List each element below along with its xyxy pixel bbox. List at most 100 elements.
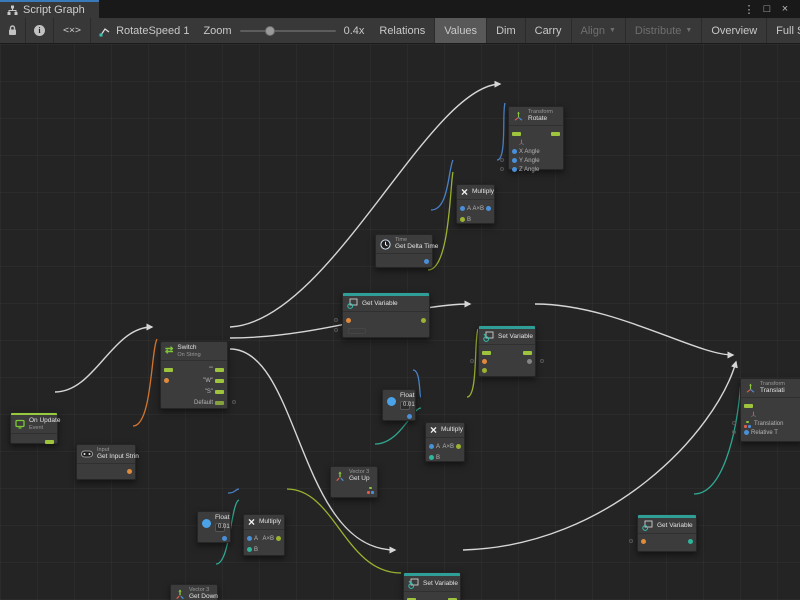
value-out-port[interactable] [421, 318, 426, 323]
relations-button[interactable]: Relations [370, 18, 435, 43]
node-title: Get Variable [657, 522, 693, 530]
name-in-port[interactable] [482, 359, 487, 364]
selector-in-port[interactable] [164, 378, 169, 383]
graph-canvas[interactable]: On Update Event Input Get Input Strin ⇄ … [0, 44, 800, 600]
vector3-out-port[interactable] [367, 487, 374, 494]
multiply-icon: × [430, 425, 437, 435]
value-in-port[interactable] [482, 368, 487, 373]
ghost-port [500, 167, 504, 171]
x-angle-port[interactable] [512, 149, 517, 154]
flow-in-port[interactable] [512, 132, 521, 136]
case-label: Default [194, 400, 213, 406]
ghost-port [232, 400, 236, 404]
flow-in-port[interactable] [164, 368, 173, 372]
float-out-port[interactable] [407, 414, 412, 419]
b-in-port[interactable] [247, 547, 252, 552]
float-icon [387, 397, 396, 406]
port-label: Relative T [751, 430, 778, 436]
dim-button[interactable]: Dim [487, 18, 526, 43]
wire-float-multiply-rotate [497, 103, 505, 160]
string-out-port[interactable] [127, 469, 132, 474]
a-in-port[interactable] [429, 444, 434, 449]
node-float-bottom[interactable]: Float 0.01 [197, 511, 231, 543]
node-get-up[interactable]: Vector 3 Get Up [330, 466, 378, 498]
relative-to-port[interactable] [744, 430, 749, 435]
b-in-port[interactable] [429, 455, 434, 460]
close-icon[interactable]: × [776, 3, 794, 15]
flow-out-port[interactable] [523, 351, 532, 355]
value-out-port[interactable] [688, 539, 693, 544]
node-multiply-top[interactable]: × Multiply A A×B B [456, 184, 495, 224]
name-in-port[interactable] [641, 539, 646, 544]
node-get-down[interactable]: Vector 3 Get Down [170, 584, 218, 600]
b-in-port[interactable] [460, 217, 465, 222]
port-label: A [436, 444, 440, 450]
zoom-slider[interactable] [240, 30, 336, 32]
name-in-port[interactable] [346, 318, 351, 323]
distribute-dropdown[interactable]: Distribute ▼ [626, 18, 702, 43]
node-title: Multiply [472, 188, 494, 196]
out-port[interactable] [456, 444, 461, 449]
ghost-port [540, 359, 544, 363]
port-label: B [467, 217, 471, 223]
code-view-button[interactable]: <×> [54, 18, 91, 43]
node-set-variable-bottom[interactable]: Set Variable [403, 572, 461, 600]
flow-out-port[interactable] [45, 440, 54, 444]
out-port[interactable] [486, 206, 491, 211]
node-multiply-bottom[interactable]: × Multiply A A×B B [243, 514, 285, 556]
multiply-icon: × [461, 187, 468, 197]
wire-lime-multiply-setvarmid [467, 329, 478, 397]
overview-button[interactable]: Overview [702, 18, 767, 43]
window-menu-icon[interactable]: ⋮ [740, 3, 758, 16]
maximize-icon[interactable]: □ [758, 3, 776, 15]
out-port[interactable] [276, 536, 281, 541]
fullscreen-button[interactable]: Full Scre [767, 18, 800, 43]
clock-icon [380, 239, 391, 250]
carry-button[interactable]: Carry [526, 18, 572, 43]
default-out-port[interactable] [215, 401, 224, 405]
node-get-variable-right[interactable]: Get Variable [637, 514, 697, 552]
case-out-port[interactable] [215, 379, 224, 383]
translation-in-port[interactable] [744, 421, 751, 428]
flow-in-port[interactable] [482, 351, 491, 355]
values-button[interactable]: Values [435, 18, 487, 43]
name-field[interactable] [348, 328, 366, 334]
node-multiply-mid[interactable]: × Multiply A A×B B [425, 422, 465, 462]
align-dropdown[interactable]: Align ▼ [572, 18, 626, 43]
node-on-update[interactable]: On Update Event [10, 412, 58, 444]
info-button[interactable]: i [26, 18, 54, 43]
node-get-delta-time[interactable]: Time Get Delta Time [375, 234, 433, 268]
a-in-port[interactable] [247, 536, 252, 541]
z-angle-port[interactable] [512, 167, 517, 172]
float-out-port[interactable] [222, 536, 227, 541]
float-out-port[interactable] [424, 259, 429, 264]
value-out-port[interactable] [527, 359, 532, 364]
node-switch-on-string[interactable]: ⇄ Switch On String "" "W" "S" Default [160, 341, 228, 409]
node-float-mid[interactable]: Float 0.01 [382, 389, 416, 421]
vector3-icon [175, 589, 185, 600]
graph-breadcrumb[interactable]: RotateSpeed 1 [91, 18, 197, 43]
port-label: A×B [262, 536, 274, 542]
float-value-field[interactable]: 0.01 [400, 401, 410, 410]
node-translate[interactable]: Transform Translati Translation Relative… [740, 378, 800, 442]
window-controls: ⋮ □ × [740, 0, 800, 18]
node-set-variable-mid[interactable]: Set Variable [478, 325, 536, 377]
case-out-port[interactable] [215, 368, 224, 372]
node-rotate[interactable]: Transform Rotate X Angle Y Angle Z Angle [508, 106, 564, 170]
flow-out-port[interactable] [551, 132, 560, 136]
case-label: "W" [203, 378, 213, 384]
y-angle-port[interactable] [512, 158, 517, 163]
node-title: Get Up [349, 475, 370, 483]
a-in-port[interactable] [460, 206, 465, 211]
vector3-icon [335, 471, 345, 482]
zoom-slider-thumb[interactable] [265, 26, 275, 36]
node-get-input-string[interactable]: Input Get Input Strin [76, 444, 136, 480]
case-out-port[interactable] [215, 390, 224, 394]
node-get-variable-top[interactable]: Get Variable [342, 292, 430, 338]
tab-script-graph[interactable]: Script Graph [0, 0, 99, 18]
lock-button[interactable] [0, 18, 26, 43]
flow-in-port[interactable] [744, 404, 753, 408]
float-value-field[interactable]: 0.01 [215, 523, 225, 532]
port-label: X Angle [519, 149, 540, 155]
ghost-port [334, 328, 338, 332]
